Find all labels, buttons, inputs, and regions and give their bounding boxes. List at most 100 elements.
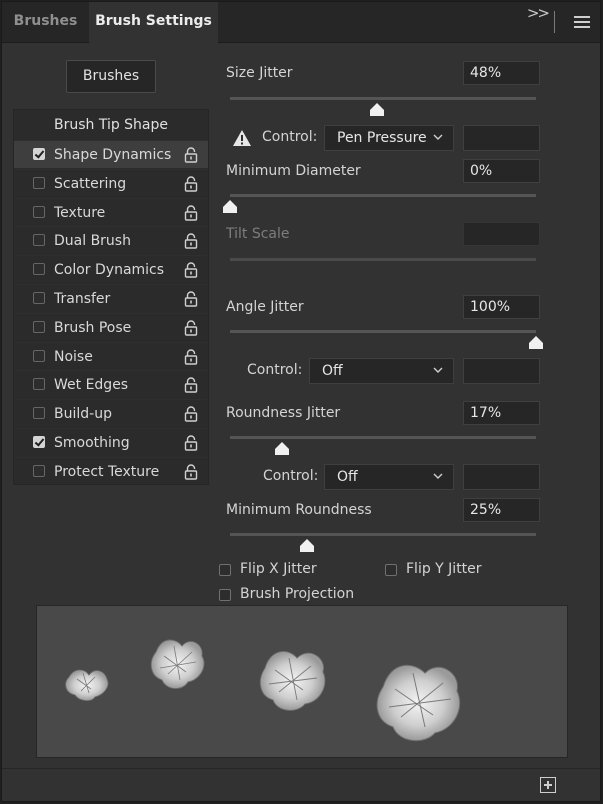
angle-jitter-value[interactable]: 100% [463, 295, 540, 319]
option-build-up[interactable]: Build-up [14, 399, 208, 427]
size-jitter-slider[interactable] [230, 97, 536, 116]
option-dual-brush[interactable]: Dual Brush [14, 226, 208, 254]
roundness-jitter-label: Roundness Jitter [226, 405, 341, 421]
minimum-roundness-thumb[interactable] [299, 539, 314, 552]
option-transfer[interactable]: Transfer [14, 284, 208, 312]
roundness-control-label: Control: [263, 468, 319, 484]
option-checkbox[interactable] [33, 378, 45, 391]
option-label: Brush Pose [54, 319, 132, 336]
flip-x-jitter-checkbox[interactable] [219, 564, 231, 576]
panel-footer-divider [2, 768, 600, 769]
brush-tip-shape-item[interactable]: Brush Tip Shape [14, 110, 208, 140]
option-checkbox[interactable] [33, 292, 45, 304]
size-control-extra-field [463, 125, 540, 151]
lock-icon[interactable] [184, 320, 198, 336]
option-shape-dynamics[interactable]: Shape Dynamics [14, 140, 208, 168]
option-brush-pose[interactable]: Brush Pose [14, 312, 208, 341]
option-checkbox[interactable] [33, 407, 45, 420]
panel-menu-icon[interactable] [574, 16, 590, 31]
warning-icon [233, 130, 251, 146]
angle-jitter-slider[interactable] [230, 330, 543, 349]
option-checkbox[interactable] [33, 263, 45, 276]
option-checkbox[interactable] [33, 205, 45, 218]
size-control-value: Pen Pressure [337, 130, 427, 146]
brushes-button[interactable]: Brushes [66, 60, 156, 93]
flip-x-jitter-label: Flip X Jitter [240, 561, 317, 577]
create-new-brush-icon[interactable] [540, 777, 556, 793]
lock-icon[interactable] [184, 233, 198, 250]
tab-brush-settings[interactable]: Brush Settings [89, 2, 218, 43]
option-label: Smoothing [54, 435, 130, 451]
lock-icon[interactable] [184, 204, 198, 221]
option-checkbox[interactable] [33, 349, 45, 362]
size-jitter-thumb[interactable] [369, 103, 384, 116]
chevron-down-icon [433, 367, 443, 373]
lock-icon[interactable] [184, 262, 198, 278]
roundness-jitter-thumb[interactable] [275, 442, 290, 455]
minimum-diameter-label: Minimum Diameter [226, 163, 361, 179]
option-color-dynamics[interactable]: Color Dynamics [14, 255, 208, 283]
option-noise[interactable]: Noise [14, 341, 208, 370]
flip-y-jitter-label: Flip Y Jitter [406, 561, 482, 577]
tab-brushes[interactable]: Brushes [2, 2, 89, 42]
option-label: Shape Dynamics [54, 147, 172, 163]
option-scattering[interactable]: Scattering [14, 168, 208, 197]
minimum-diameter-value[interactable]: 0% [463, 159, 540, 183]
option-texture[interactable]: Texture [14, 197, 208, 226]
angle-control-extra-field [463, 358, 540, 384]
option-label: Protect Texture [54, 463, 160, 480]
minimum-roundness-value[interactable]: 25% [463, 498, 540, 522]
chevron-down-icon [433, 134, 443, 140]
option-label: Dual Brush [54, 233, 131, 250]
minimum-roundness-slider[interactable] [230, 533, 536, 552]
roundness-control-value: Off [337, 469, 358, 485]
roundness-jitter-slider[interactable] [230, 436, 536, 455]
minimum-diameter-slider[interactable] [223, 194, 536, 213]
tilt-scale-value [463, 222, 540, 246]
chevron-down-icon [433, 473, 443, 479]
roundness-control-dropdown[interactable]: Off [324, 464, 454, 490]
lock-icon[interactable] [184, 464, 198, 480]
brush-projection-label: Brush Projection [240, 586, 355, 602]
option-checkbox[interactable] [33, 234, 45, 247]
option-label: Wet Edges [54, 377, 129, 394]
collapse-panels-icon[interactable]: >> [527, 4, 550, 22]
roundness-jitter-value[interactable]: 17% [463, 401, 540, 425]
option-smoothing[interactable]: Smoothing [14, 428, 208, 456]
lock-icon[interactable] [184, 176, 198, 192]
brush-options-list: Brush Tip Shape Shape Dynamics Scattering… [13, 109, 209, 485]
tilt-scale-label: Tilt Scale [226, 226, 290, 242]
angle-control-label: Control: [247, 362, 303, 378]
size-jitter-value[interactable]: 48% [463, 61, 540, 85]
option-checkbox[interactable] [33, 176, 45, 189]
lock-icon[interactable] [184, 406, 198, 422]
option-checkbox[interactable] [33, 148, 45, 160]
brush-projection-checkbox[interactable] [219, 589, 231, 601]
minimum-diameter-thumb[interactable] [223, 200, 237, 213]
roundness-control-extra-field [463, 464, 540, 490]
option-checkbox[interactable] [33, 320, 45, 333]
option-protect-texture[interactable]: Protect Texture [14, 456, 208, 485]
angle-jitter-thumb[interactable] [529, 336, 543, 349]
lock-icon[interactable] [184, 377, 198, 394]
option-label: Texture [54, 204, 106, 221]
option-label: Build-up [54, 406, 112, 423]
brush-settings-panel: Brushes Brush Settings >> Brushes Brush … [1, 1, 601, 802]
option-label: Scattering [54, 175, 127, 192]
angle-control-dropdown[interactable]: Off [309, 358, 454, 384]
size-control-dropdown[interactable]: Pen Pressure [324, 125, 454, 151]
option-wet-edges[interactable]: Wet Edges [14, 370, 208, 398]
lock-icon[interactable] [184, 147, 198, 163]
lock-icon[interactable] [184, 348, 198, 365]
option-checkbox[interactable] [33, 436, 45, 448]
option-checkbox[interactable] [33, 464, 45, 477]
flip-y-jitter-checkbox[interactable] [385, 564, 397, 576]
lock-icon[interactable] [184, 435, 198, 451]
option-label: Noise [54, 348, 93, 365]
size-jitter-label: Size Jitter [226, 65, 293, 81]
lock-icon[interactable] [184, 291, 198, 307]
option-label: Transfer [54, 291, 111, 307]
brush-dabs-preview-image [65, 639, 461, 742]
size-control-label: Control: [262, 129, 318, 145]
angle-control-value: Off [322, 363, 343, 379]
